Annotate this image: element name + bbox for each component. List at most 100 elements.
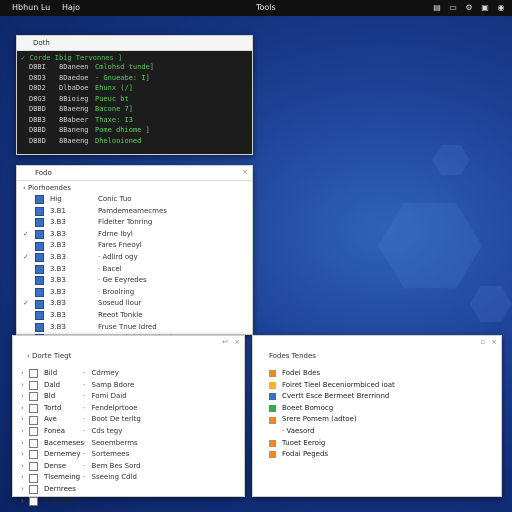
bullet-icon: - xyxy=(83,461,86,470)
list-item[interactable]: - Cdrmey xyxy=(83,368,141,380)
list-item[interactable]: · Vaesord xyxy=(253,426,395,438)
list-item[interactable]: Boeet Bomocg xyxy=(253,403,395,415)
chevron-right-icon[interactable]: › xyxy=(21,438,29,450)
chevron-right-icon[interactable]: › xyxy=(21,403,29,415)
list-item[interactable]: - Samp Bdore xyxy=(83,380,141,392)
list-item[interactable]: Fodai Pegeds xyxy=(253,449,395,461)
tree-root[interactable]: ‹ Piorhoendes xyxy=(23,183,246,194)
file-row[interactable]: 3.B3 · Ge Eeyredes xyxy=(23,275,246,287)
bottom-left-window: ↩ × ‹ Dorte Tiegt › Bild › Dald › Bld › Tortd › Av… xyxy=(12,335,245,506)
tree-item[interactable]: › Fonea xyxy=(21,426,84,438)
file-row[interactable]: 3.B3 · Bacel xyxy=(23,264,246,276)
chevron-right-icon[interactable]: › xyxy=(21,380,29,392)
tree-item[interactable]: › Dald xyxy=(21,380,84,392)
terminal-cell-name: 8Babeer xyxy=(59,115,89,124)
chevron-right-icon[interactable]: › xyxy=(21,484,29,496)
tree-item[interactable]: › Dernrees xyxy=(21,484,84,496)
terminal-cell-id: D8D2 xyxy=(29,84,46,92)
app-name-secondary[interactable]: Hajo xyxy=(62,3,80,12)
list-item-label: Boot De terltg xyxy=(91,415,141,424)
chevron-right-icon[interactable]: › xyxy=(21,368,29,380)
terminal-titlebar[interactable]: Doth xyxy=(17,36,252,51)
file-row[interactable]: 3.B3 Fares Fneoyl xyxy=(23,240,246,252)
tree-item[interactable]: › Ave xyxy=(21,414,84,426)
bullet-icon: - xyxy=(83,438,86,447)
terminal-cell-status: Ehunx (/] xyxy=(95,84,133,92)
bullet-icon: - xyxy=(83,473,86,482)
tree-item[interactable]: › Dense xyxy=(21,461,84,473)
chevron-right-icon[interactable]: › xyxy=(21,496,29,508)
list-item[interactable]: - Sseeing Cdld xyxy=(83,472,141,484)
chevron-right-icon[interactable]: › xyxy=(21,426,29,438)
file-row[interactable]: Hig Conic Tuo xyxy=(23,194,246,206)
tree-item[interactable]: › Dernemey xyxy=(21,449,84,461)
chevron-left-icon[interactable]: ‹ xyxy=(27,352,30,360)
tree-item[interactable]: › Fo Boud xyxy=(21,496,84,508)
terminal-row[interactable]: D8G3 8Bioieg Pueuc bt xyxy=(21,94,248,105)
file-row[interactable]: 3.B1 Pamdemeamecmes xyxy=(23,206,246,218)
list-item[interactable]: - Seoemberms xyxy=(83,438,141,450)
bottom-left-titlebar[interactable]: ↩ × xyxy=(13,336,244,350)
window-icon[interactable]: ▣ xyxy=(480,2,490,13)
network-icon[interactable]: ◉ xyxy=(496,2,506,13)
terminal-row[interactable]: DBB3 8Babeer Thaxe: I3 xyxy=(21,115,248,126)
terminal-row[interactable]: D8D2 DlbaDoe Ehunx (/] xyxy=(21,83,248,94)
display-icon[interactable]: ▭ xyxy=(448,2,458,13)
file-id: 3.B3 xyxy=(50,299,66,308)
close-icon[interactable]: × xyxy=(242,168,248,176)
list-item[interactable]: Fodei Bdes xyxy=(253,368,395,380)
calendar-icon[interactable]: ▤ xyxy=(432,2,442,13)
chevron-right-icon[interactable]: › xyxy=(21,472,29,484)
bottom-right-titlebar[interactable]: ▫ × xyxy=(253,336,501,350)
close-icon[interactable]: × xyxy=(491,338,497,346)
tree-item[interactable]: › Bacemeses xyxy=(21,438,84,450)
tree-item[interactable]: › Tlsemeing xyxy=(21,472,84,484)
file-row[interactable]: ✓ 3.B3 · Adlird ogy xyxy=(23,252,246,264)
tree-item-label: Bacemeses xyxy=(44,438,84,447)
tree-item[interactable]: › Bld xyxy=(21,391,84,403)
file-manager-titlebar[interactable]: Fodo × xyxy=(17,166,252,181)
chevron-right-icon[interactable]: › xyxy=(21,391,29,403)
terminal-header: ✓ Corde Ibig Tervonnes ] xyxy=(21,54,123,62)
terminal-row[interactable]: DBBD 8Baneng Pome dhiome ] xyxy=(21,125,248,136)
chevron-right-icon[interactable]: › xyxy=(21,449,29,461)
file-id: 3.B3 xyxy=(50,276,66,285)
terminal-row[interactable]: DBBI 8Daneen Cmlohsd tunde] xyxy=(21,62,248,73)
list-item[interactable]: Srere Pomem (adtoe) xyxy=(253,414,395,426)
list-item[interactable]: - Boot De terltg xyxy=(83,414,141,426)
close-icon[interactable]: × xyxy=(234,338,240,346)
file-row[interactable]: 3.B3 Fldeiter Tonring xyxy=(23,217,246,229)
list-item[interactable]: - Bem Bes Sord xyxy=(83,461,141,473)
terminal-row[interactable]: DB8D 8Baeeng Dhelooioned xyxy=(21,136,248,147)
back-icon[interactable]: ↩ xyxy=(222,338,228,346)
file-icon xyxy=(35,322,44,332)
chevron-down-icon[interactable]: ‹ xyxy=(23,184,26,192)
terminal-row[interactable]: DBBD 8Baeeng Bacone 7] xyxy=(21,104,248,115)
list-item[interactable]: Foiret Tieel Beceniormbiced ioat xyxy=(253,380,395,392)
file-icon xyxy=(35,241,44,251)
list-item[interactable]: - Fendelprtooe xyxy=(83,403,141,415)
settings-icon[interactable]: ⚙ xyxy=(464,2,474,13)
list-item[interactable]: - Cds tegy xyxy=(83,426,141,438)
file-row[interactable]: ✓ 3.B3 Fdrne Ibyl xyxy=(23,229,246,241)
restore-icon[interactable]: ▫ xyxy=(480,338,485,346)
file-id: 3.B3 xyxy=(50,241,66,250)
file-row[interactable]: 3.B3 Fruse Tnue Idred xyxy=(23,322,246,334)
file-row[interactable]: ✓ 3.B3 Soseud llour xyxy=(23,298,246,310)
file-description: Fruse Tnue Idred xyxy=(98,322,157,331)
terminal-cell-name: 8Daedoe xyxy=(59,73,89,82)
file-description: Pamdemeamecmes xyxy=(98,206,167,215)
tree-item[interactable]: › Bild xyxy=(21,368,84,380)
terminal-row[interactable]: D8D3 8Daedoe · Gnueabe: I] xyxy=(21,73,248,84)
chevron-right-icon[interactable]: › xyxy=(21,414,29,426)
list-item[interactable]: - Fomi Daid xyxy=(83,391,141,403)
file-row[interactable]: 3.B3 · Broolring xyxy=(23,287,246,299)
list-item[interactable]: - Sortemees xyxy=(83,449,141,461)
chevron-right-icon[interactable]: › xyxy=(21,461,29,473)
file-row[interactable]: 3.B3 Reeot Tonkle xyxy=(23,310,246,322)
terminal-body[interactable]: ✓ Corde Ibig Tervonnes ] DBBI 8Daneen Cmlo… xyxy=(17,51,252,154)
list-item[interactable]: Tuoet Eeroig xyxy=(253,438,395,450)
tree-item[interactable]: › Tortd xyxy=(21,403,84,415)
file-id: 3.B3 xyxy=(50,218,66,227)
list-item[interactable]: Cvertt Esce Bermeet Brerrinnd xyxy=(253,391,395,403)
